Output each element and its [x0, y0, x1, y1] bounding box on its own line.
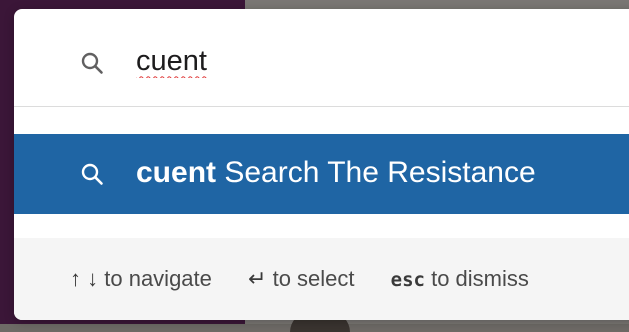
- result-query: cuent: [136, 156, 217, 189]
- navigate-hint-label: to navigate: [104, 266, 212, 292]
- navigate-hint: ↑ ↓ to navigate: [70, 266, 212, 292]
- search-result-item[interactable]: cuent Search The Resistance: [14, 134, 629, 214]
- search-input[interactable]: [136, 39, 606, 83]
- dismiss-hint: esc to dismiss: [391, 266, 529, 292]
- dismiss-hint-label: to dismiss: [431, 266, 529, 292]
- arrow-keys-icon: ↑ ↓: [70, 266, 99, 292]
- select-hint: ↵ to select: [248, 266, 355, 292]
- enter-key-icon: ↵: [248, 266, 267, 292]
- esc-key-label: esc: [390, 269, 425, 292]
- search-modal: cuent Search The Resistance ↑ ↓ to navig…: [14, 9, 629, 320]
- search-result-text: cuent Search The Resistance: [136, 154, 536, 192]
- search-icon: [81, 163, 103, 185]
- result-label: Search The Resistance: [224, 156, 536, 189]
- select-hint-label: to select: [272, 266, 355, 292]
- search-icon: [81, 52, 103, 74]
- search-bar: [14, 9, 629, 107]
- keyboard-hints-footer: ↑ ↓ to navigate ↵ to select esc to dismi…: [14, 238, 629, 320]
